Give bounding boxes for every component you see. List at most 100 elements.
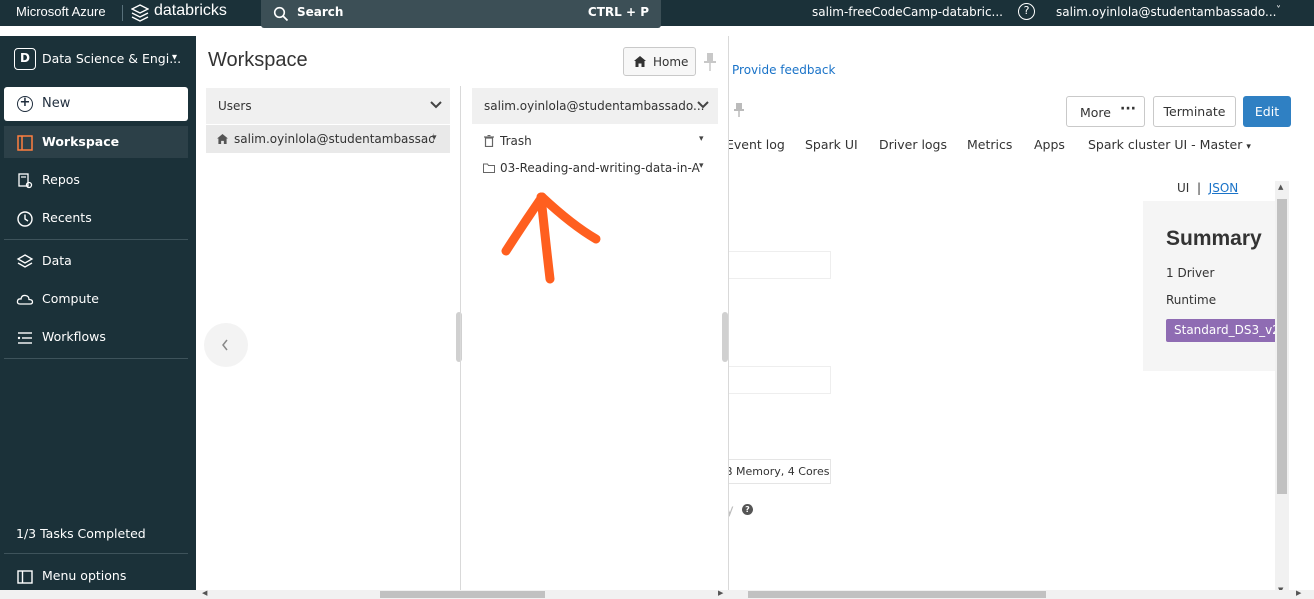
annotation-arrow-icon [501,192,601,284]
trash-label: Trash [500,134,532,148]
terminate-button[interactable]: Terminate [1153,96,1236,127]
caret-down-icon[interactable]: ▾ [432,133,437,143]
panel-toggle-icon [17,570,33,584]
trash-row[interactable]: Trash ▾ [472,130,718,154]
scroll-left-icon[interactable]: ◀ [202,589,207,597]
summary-driver: 1 Driver [1166,266,1215,280]
sidebar-item-label: Recents [42,210,92,225]
workspace-title: Workspace [208,49,308,71]
new-button[interactable]: + New [4,87,188,121]
folder-icon [483,163,495,173]
more-button[interactable]: More ··· [1066,96,1145,127]
view-toggle: UI | JSON [1177,181,1238,195]
nav-divider [4,239,188,240]
cloud-icon [16,294,34,305]
scroll-up-icon[interactable]: ▲ [1278,183,1283,191]
user-menu[interactable]: salim.oyinlola@studentambassado... [1056,5,1276,19]
trash-icon [484,135,494,147]
persona-label: Data Science & Engi... [42,51,182,66]
brand-label[interactable]: Microsoft Azure [16,4,106,19]
sidebar-item-data[interactable]: Data [4,245,188,277]
chevron-down-icon [697,101,709,109]
scroll-thumb[interactable] [748,591,1046,598]
databricks-logo-icon [131,4,149,22]
sidebar-item-compute[interactable]: Compute [4,283,188,315]
brand-divider [122,5,123,21]
collapse-column-button[interactable] [204,323,248,367]
tab-driver-logs[interactable]: Driver logs [879,137,947,152]
nav-divider [4,553,188,554]
faint-field-box [729,366,831,394]
user-folder-label: salim.oyinlola@studentambassador... [234,132,434,146]
edit-button[interactable]: Edit [1243,96,1291,127]
workspace-icon [17,135,33,151]
memory-info: B Memory, 4 Cores [725,459,831,484]
product-name[interactable]: databricks [154,2,227,20]
clock-icon [17,211,33,227]
help-icon[interactable]: ? [1018,3,1035,20]
caret-down-icon: ▾ [172,52,178,63]
provide-feedback-link[interactable]: Provide feedback [732,63,835,77]
column-resize-handle[interactable] [722,312,728,362]
workspace-switcher[interactable]: salim-freeCodeCamp-databric... [812,5,1003,19]
search-shortcut: CTRL + P [587,5,649,19]
search-bar[interactable]: Search CTRL + P [261,0,661,28]
home-button[interactable]: Home [623,47,696,76]
column-header-label: Users [218,99,252,113]
users-column-header[interactable]: Users [206,88,450,124]
pin-icon[interactable] [733,102,745,118]
view-ui-option[interactable]: UI [1177,181,1189,195]
menu-options-label: Menu options [42,568,127,583]
scroll-thumb[interactable] [380,591,545,598]
more-label: More [1080,105,1111,120]
summary-title: Summary [1166,227,1262,250]
caret-down-icon[interactable]: ▾ [699,161,704,171]
tab-metrics[interactable]: Metrics [967,137,1012,152]
caret-down-icon[interactable]: ▾ [699,134,704,144]
search-icon [273,6,289,22]
tab-event-log[interactable]: Event log [726,137,785,152]
caret-down-icon: ▾ [1246,142,1251,152]
plus-circle-icon: + [17,96,33,112]
chevron-down-icon[interactable]: ˅ [1276,5,1281,16]
sidebar-item-label: Compute [42,291,100,306]
scroll-right-icon[interactable]: ▶ [718,589,723,597]
folder-row[interactable]: 03-Reading-and-writing-data-in-A... ▾ [472,157,718,181]
view-separator: | [1196,181,1202,195]
vertical-scrollbar[interactable]: ▲ ▼ [1275,181,1289,599]
sidebar-item-label: Workflows [42,329,106,344]
sidebar-item-label: Data [42,253,72,268]
scroll-right-icon[interactable]: ▶ [1296,589,1301,597]
view-json-link[interactable]: JSON [1209,181,1239,195]
sidebar-item-repos[interactable]: Repos [4,164,188,196]
workspace-browser: Workspace Home Users salim.oyinlola@stud… [196,36,729,599]
scroll-thumb[interactable] [1277,199,1287,494]
sidebar-item-workspace[interactable]: Workspace [4,126,188,158]
persona-icon: D [14,48,36,70]
nav-divider [4,358,188,359]
chevron-left-icon [222,339,228,351]
tab-spark-ui[interactable]: Spark UI [805,137,858,152]
home-icon [217,134,228,144]
pin-icon[interactable] [703,52,717,72]
persona-switcher[interactable]: D Data Science & Engi... ▾ [14,48,189,72]
chevron-down-icon [430,101,442,109]
tasks-completed[interactable]: 1/3 Tasks Completed [16,526,146,541]
question-icon[interactable]: ? [742,504,753,515]
tab-spark-cluster-ui[interactable]: Spark cluster UI - Master ▾ [1088,137,1251,152]
home-label: Home [653,55,689,69]
tab-apps[interactable]: Apps [1034,137,1065,152]
faint-field-box [729,251,831,279]
sidebar-item-workflows[interactable]: Workflows [4,321,188,353]
summary-runtime: Runtime [1166,293,1217,307]
column-resize-handle[interactable] [456,312,462,362]
more-dots-icon: ··· [1120,101,1136,117]
user-column-header[interactable]: salim.oyinlola@studentambassado... [472,88,718,124]
menu-options-button[interactable]: Menu options [4,560,188,592]
horizontal-scrollbar[interactable]: ◀ ▶ ▶ [0,589,1314,599]
new-label: New [42,96,71,111]
sidebar-item-label: Repos [42,172,80,187]
cluster-details-page: Provide feedback More ··· Terminate Edit… [725,36,1314,599]
user-folder-row[interactable]: salim.oyinlola@studentambassador... ▾ [206,125,450,153]
sidebar-item-recents[interactable]: Recents [4,202,188,234]
